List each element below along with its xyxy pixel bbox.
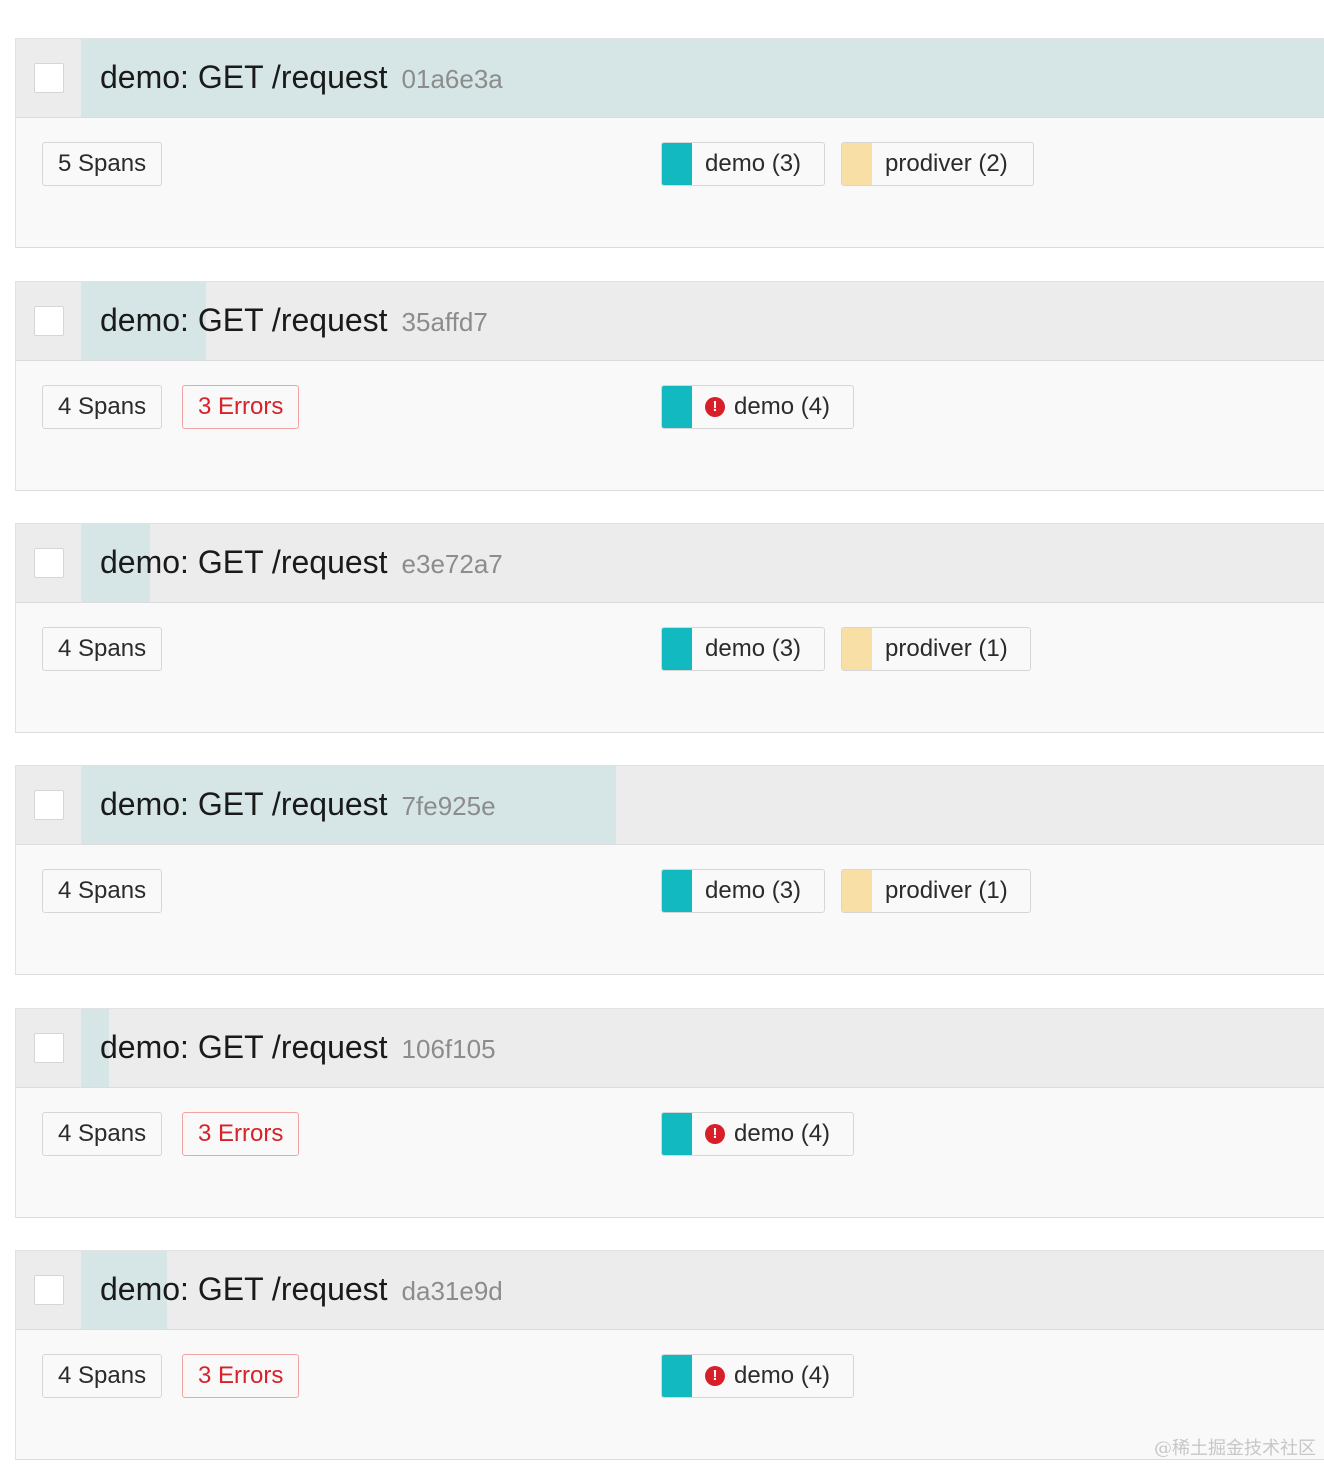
trace-header[interactable]: demo: GET /request 7fe925e: [15, 765, 1324, 845]
watermark: @稀土掘金技术社区: [1154, 1438, 1316, 1459]
trace-id: e3e72a7: [401, 549, 503, 579]
trace-select-checkbox[interactable]: [34, 1275, 64, 1305]
trace-id: 7fe925e: [401, 791, 496, 821]
span-count-tag: 4 Spans: [42, 385, 163, 429]
span-count-tag: 4 Spans: [42, 869, 163, 913]
trace-title[interactable]: demo: GET /request 106f105: [100, 1027, 496, 1074]
trace-select-checkbox[interactable]: [34, 790, 64, 820]
service-tag-demo: ! demo (4): [661, 1354, 854, 1398]
service-label: demo (3): [705, 635, 802, 662]
trace-title[interactable]: demo: GET /request da31e9d: [100, 1269, 503, 1316]
checkbox-cell: [16, 766, 82, 844]
trace-item[interactable]: demo: GET /request e3e72a7 4 Spans demo (…: [15, 523, 1324, 733]
trace-item[interactable]: demo: GET /request 35affd7 4 Spans 3 Erro…: [15, 281, 1324, 491]
checkbox-cell: [16, 39, 82, 117]
service-label: demo (3): [705, 877, 802, 904]
service-tag-demo: demo (3): [661, 627, 825, 671]
checkbox-cell: [16, 282, 82, 360]
span-count-tag: 4 Spans: [42, 1112, 163, 1156]
trace-name: demo: GET /request: [100, 1029, 388, 1065]
error-count-tag: 3 Errors: [182, 385, 300, 429]
service-tag-prodiver: prodiver (2): [841, 142, 1034, 186]
span-count-tag: 4 Spans: [42, 627, 163, 671]
error-count-tag: 3 Errors: [182, 1354, 300, 1398]
trace-select-checkbox[interactable]: [34, 63, 64, 93]
service-color-swatch: [662, 143, 692, 185]
exclamation-circle-icon: !: [705, 397, 725, 417]
trace-item[interactable]: demo: GET /request 106f105 4 Spans 3 Erro…: [15, 1008, 1324, 1218]
trace-title[interactable]: demo: GET /request 7fe925e: [100, 784, 496, 831]
trace-title[interactable]: demo: GET /request e3e72a7: [100, 542, 503, 589]
span-count-tag: 5 Spans: [42, 142, 163, 186]
trace-header[interactable]: demo: GET /request da31e9d: [15, 1250, 1324, 1330]
service-tag-demo: demo (3): [661, 142, 825, 186]
trace-id: 106f105: [401, 1034, 496, 1064]
service-label: demo (4): [734, 393, 831, 420]
error-count-tag: 3 Errors: [182, 1112, 300, 1156]
service-color-swatch: [842, 870, 872, 912]
trace-item[interactable]: demo: GET /request da31e9d 4 Spans 3 Erro…: [15, 1250, 1324, 1460]
trace-select-checkbox[interactable]: [34, 306, 64, 336]
trace-name: demo: GET /request: [100, 786, 388, 822]
service-label: demo (4): [734, 1120, 831, 1147]
trace-item[interactable]: demo: GET /request 7fe925e 4 Spans demo (…: [15, 765, 1324, 975]
trace-name: demo: GET /request: [100, 544, 388, 580]
trace-name: demo: GET /request: [100, 1271, 388, 1307]
service-color-swatch: [662, 870, 692, 912]
trace-title[interactable]: demo: GET /request 01a6e3a: [100, 57, 503, 104]
checkbox-cell: [16, 1009, 82, 1087]
service-tag-prodiver: prodiver (1): [841, 627, 1031, 671]
service-tag-demo: ! demo (4): [661, 1112, 854, 1156]
trace-name: demo: GET /request: [100, 59, 388, 95]
service-color-swatch: [842, 628, 872, 670]
service-label: prodiver (2): [885, 150, 1008, 177]
trace-header[interactable]: demo: GET /request 35affd7: [15, 281, 1324, 361]
trace-item[interactable]: demo: GET /request 01a6e3a 5 Spans demo (…: [15, 38, 1324, 248]
trace-body: 5 Spans demo (3) prodiver (2): [15, 118, 1324, 248]
trace-header[interactable]: demo: GET /request 106f105: [15, 1008, 1324, 1088]
trace-id: 35affd7: [401, 307, 488, 337]
service-color-swatch: [842, 143, 872, 185]
trace-body: 4 Spans 3 Errors ! demo (4): [15, 1088, 1324, 1218]
service-color-swatch: [662, 628, 692, 670]
trace-select-checkbox[interactable]: [34, 548, 64, 578]
trace-header[interactable]: demo: GET /request 01a6e3a: [15, 38, 1324, 118]
span-count-tag: 4 Spans: [42, 1354, 163, 1398]
trace-id: 01a6e3a: [401, 64, 503, 94]
service-color-swatch: [662, 1355, 692, 1397]
trace-select-checkbox[interactable]: [34, 1033, 64, 1063]
exclamation-circle-icon: !: [705, 1124, 725, 1144]
trace-title[interactable]: demo: GET /request 35affd7: [100, 300, 488, 347]
exclamation-circle-icon: !: [705, 1366, 725, 1386]
service-label: demo (4): [734, 1362, 831, 1389]
service-tag-demo: ! demo (4): [661, 385, 854, 429]
trace-body: 4 Spans 3 Errors ! demo (4): [15, 1330, 1324, 1460]
service-color-swatch: [662, 386, 692, 428]
trace-id: da31e9d: [401, 1276, 503, 1306]
service-label: prodiver (1): [885, 635, 1008, 662]
trace-body: 4 Spans 3 Errors ! demo (4): [15, 361, 1324, 491]
trace-body: 4 Spans demo (3) prodiver (1): [15, 845, 1324, 975]
service-color-swatch: [662, 1113, 692, 1155]
service-label: prodiver (1): [885, 877, 1008, 904]
service-label: demo (3): [705, 150, 802, 177]
service-tag-demo: demo (3): [661, 869, 825, 913]
trace-body: 4 Spans demo (3) prodiver (1): [15, 603, 1324, 733]
checkbox-cell: [16, 1251, 82, 1329]
trace-header[interactable]: demo: GET /request e3e72a7: [15, 523, 1324, 603]
trace-name: demo: GET /request: [100, 302, 388, 338]
service-tag-prodiver: prodiver (1): [841, 869, 1031, 913]
checkbox-cell: [16, 524, 82, 602]
